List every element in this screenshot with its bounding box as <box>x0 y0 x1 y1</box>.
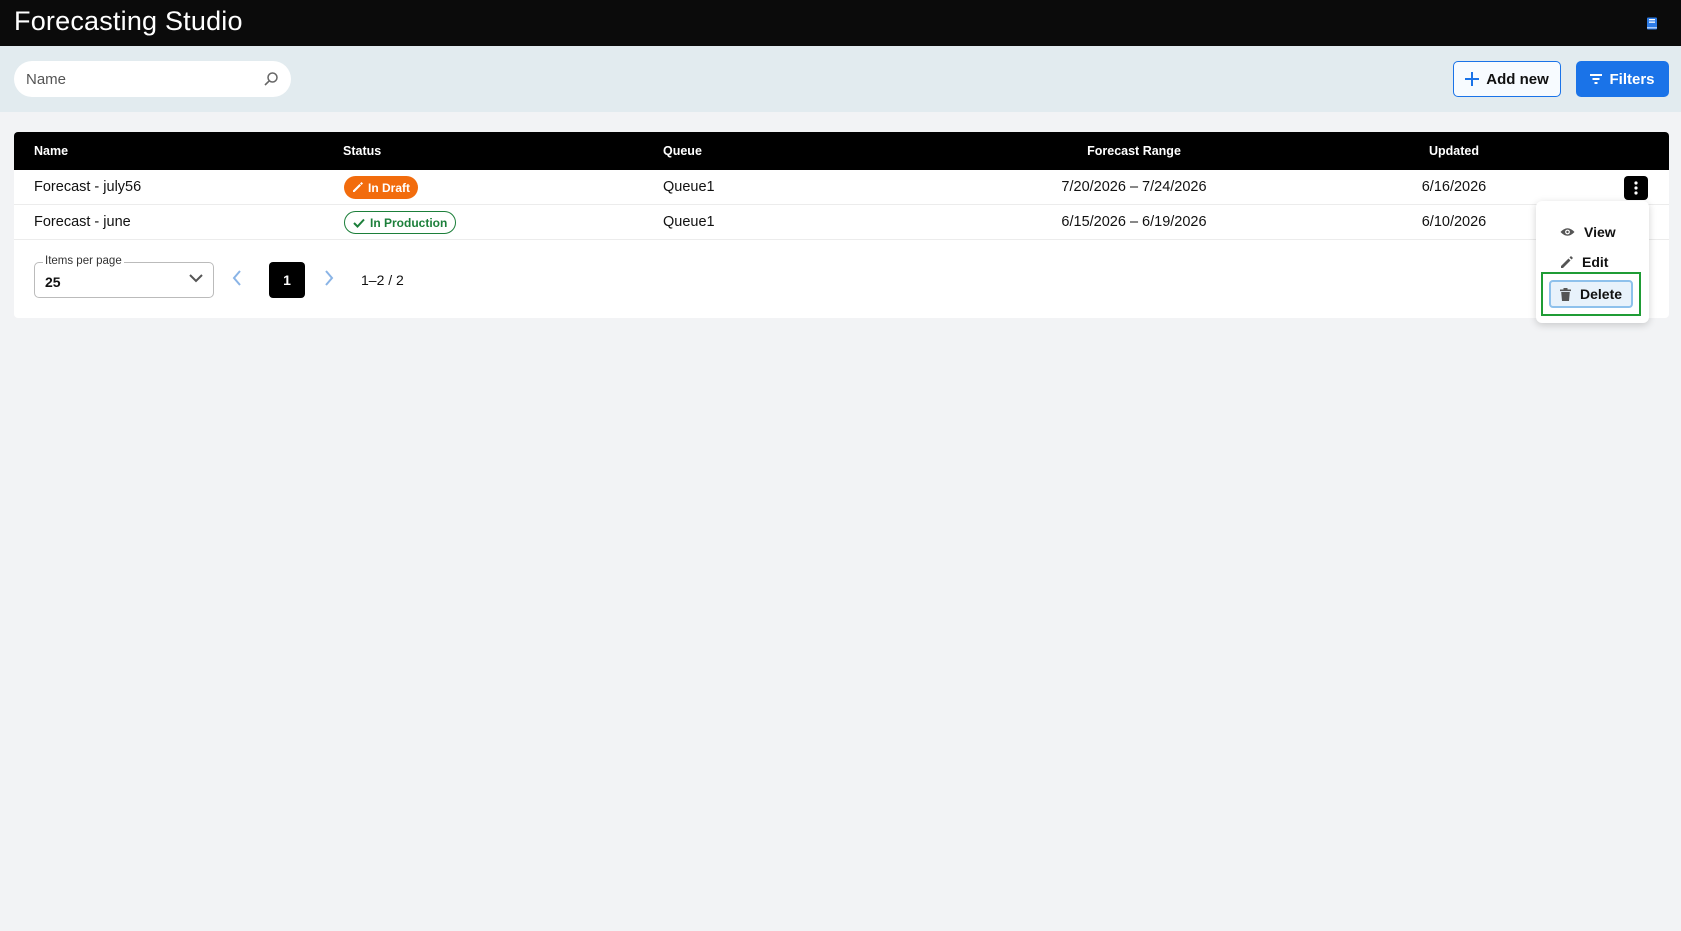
menu-item-view[interactable]: View <box>1560 221 1616 243</box>
table-header: Name Status Queue Forecast Range Updated <box>14 132 1669 170</box>
help-book-icon[interactable] <box>1645 16 1659 30</box>
column-header-forecast-range[interactable]: Forecast Range <box>1087 144 1181 158</box>
trash-icon <box>1560 287 1571 301</box>
row-actions-button[interactable] <box>1624 176 1648 200</box>
status-badge-draft: In Draft <box>344 176 418 199</box>
row-actions-menu: View Edit Delete <box>1536 201 1649 323</box>
menu-item-label: Delete <box>1580 286 1623 302</box>
app-title: Forecasting Studio <box>14 5 243 36</box>
forecast-table: Name Status Queue Forecast Range Updated… <box>14 132 1669 318</box>
row-updated: 6/10/2026 <box>1421 214 1487 230</box>
pagination: Items per page 25 1 1–2 / 2 <box>14 240 1669 318</box>
more-vertical-icon <box>1634 181 1638 195</box>
pencil-icon <box>1561 255 1573 268</box>
filters-button[interactable]: Filters <box>1576 61 1669 97</box>
checkmark-icon <box>353 218 365 228</box>
column-header-status[interactable]: Status <box>343 144 381 158</box>
filter-icon <box>1590 74 1603 84</box>
toolbar: Add new Filters <box>0 46 1681 112</box>
items-per-page-value: 25 <box>45 274 61 290</box>
row-forecast-range: 6/15/2026 – 6/19/2026 <box>1061 214 1207 230</box>
menu-item-label: Edit <box>1582 254 1609 270</box>
search-input[interactable] <box>26 70 263 88</box>
highlight-box: Delete <box>1541 272 1641 316</box>
row-queue: Queue1 <box>663 179 715 195</box>
column-header-name[interactable]: Name <box>34 144 68 158</box>
status-badge-production: In Production <box>344 211 457 234</box>
previous-page-chevron-icon[interactable] <box>232 270 242 286</box>
column-header-updated[interactable]: Updated <box>1429 144 1479 158</box>
add-new-label: Add new <box>1486 70 1549 88</box>
eye-icon <box>1560 228 1575 236</box>
status-label: In Production <box>370 215 448 230</box>
pagination-range: 1–2 / 2 <box>361 272 404 288</box>
menu-item-edit[interactable]: Edit <box>1560 251 1608 273</box>
row-queue: Queue1 <box>663 214 715 230</box>
add-new-button[interactable]: Add new <box>1453 61 1561 97</box>
top-bar: Forecasting Studio <box>0 0 1681 46</box>
row-name: Forecast - june <box>34 214 131 230</box>
table-row[interactable]: Forecast - june In Production Queue1 6/1… <box>14 205 1669 240</box>
next-page-chevron-icon[interactable] <box>324 270 334 286</box>
menu-item-label: View <box>1584 224 1616 240</box>
chevron-down-icon <box>189 274 203 283</box>
items-per-page-select[interactable]: Items per page 25 <box>34 255 214 298</box>
row-updated: 6/16/2026 <box>1421 179 1487 195</box>
column-header-queue[interactable]: Queue <box>663 144 702 158</box>
items-per-page-label: Items per page <box>43 255 124 267</box>
plus-icon <box>1465 72 1480 86</box>
page-button-current[interactable]: 1 <box>269 262 305 298</box>
status-label: In Draft <box>368 180 410 195</box>
pencil-icon <box>353 182 363 192</box>
search-icon[interactable] <box>263 71 279 87</box>
filters-label: Filters <box>1609 70 1655 88</box>
menu-item-delete[interactable]: Delete <box>1549 280 1633 308</box>
row-name: Forecast - july56 <box>34 179 142 195</box>
row-forecast-range: 7/20/2026 – 7/24/2026 <box>1061 179 1207 195</box>
table-row[interactable]: Forecast - july56 In Draft Queue1 7/20/2… <box>14 170 1669 205</box>
search-box[interactable] <box>14 61 291 97</box>
